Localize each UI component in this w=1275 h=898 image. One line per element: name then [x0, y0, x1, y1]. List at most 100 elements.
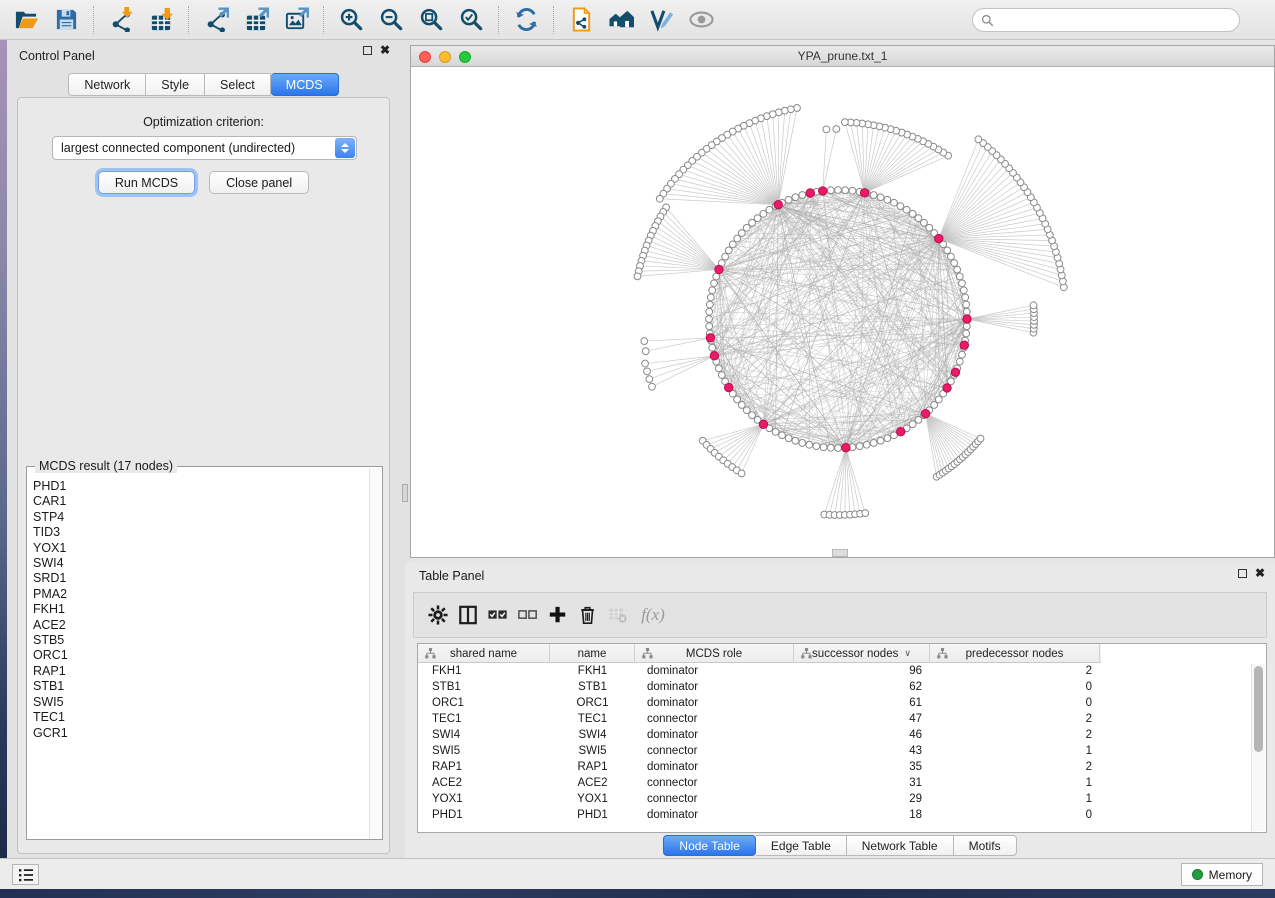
- splitter-handle[interactable]: [402, 484, 408, 502]
- close-table-panel-icon[interactable]: ✖: [1255, 569, 1265, 578]
- mcds-result-item[interactable]: STP4: [33, 510, 368, 525]
- column-header-shared-name[interactable]: shared name: [418, 644, 550, 663]
- column-header-successor-nodes[interactable]: successor nodes∨: [794, 644, 930, 663]
- network-window-titlebar[interactable]: YPA_prune.txt_1: [411, 46, 1274, 67]
- delete-column-button[interactable]: [576, 603, 600, 627]
- cell-successor-nodes: 18: [794, 807, 930, 823]
- tab-edge-table[interactable]: Edge Table: [756, 835, 847, 856]
- mcds-result-item[interactable]: TID3: [33, 525, 368, 540]
- tab-mcds[interactable]: MCDS: [271, 73, 339, 96]
- tab-network[interactable]: Network: [68, 73, 146, 96]
- tab-motifs[interactable]: Motifs: [954, 835, 1017, 856]
- mcds-result-group: MCDS result (17 nodes) PHD1CAR1STP4TID3Y…: [26, 466, 383, 840]
- add-column-button[interactable]: [546, 603, 570, 627]
- mcds-result-item[interactable]: SRD1: [33, 571, 368, 586]
- table-row[interactable]: SWI4SWI4dominator462: [418, 727, 1250, 743]
- table-row[interactable]: ORC1ORC1dominator610: [418, 695, 1250, 711]
- mcds-result-item[interactable]: ORC1: [33, 648, 368, 663]
- zoom-fit-button[interactable]: [411, 3, 451, 37]
- float-table-panel-icon[interactable]: [1238, 569, 1247, 578]
- tab-network-table[interactable]: Network Table: [847, 835, 954, 856]
- desktop-wallpaper-bottom: [0, 889, 1275, 898]
- run-mcds-button[interactable]: Run MCDS: [98, 171, 195, 194]
- search-icon: [981, 14, 994, 27]
- mcds-result-item[interactable]: YOX1: [33, 541, 368, 556]
- show-all-networks-button[interactable]: [601, 3, 641, 37]
- table-row[interactable]: YOX1YOX1connector291: [418, 791, 1250, 807]
- table-scrollbar-thumb[interactable]: [1254, 666, 1263, 752]
- network-graph[interactable]: [411, 67, 1274, 550]
- desktop-wallpaper-left: [0, 40, 7, 890]
- main-toolbar: [0, 0, 1275, 40]
- tab-node-table[interactable]: Node Table: [663, 835, 756, 856]
- export-table-button[interactable]: [236, 3, 276, 37]
- open-file-button[interactable]: [6, 3, 46, 37]
- column-header-MCDS-role[interactable]: MCDS role: [635, 644, 794, 663]
- network-canvas[interactable]: [411, 67, 1274, 550]
- cell-shared-name: ORC1: [418, 695, 550, 711]
- mcds-result-item[interactable]: STB1: [33, 679, 368, 694]
- cell-name: ORC1: [550, 695, 635, 711]
- houses-icon: [609, 7, 634, 32]
- search-box[interactable]: [972, 8, 1240, 32]
- import-table-button[interactable]: [141, 3, 181, 37]
- zoom-in-button[interactable]: [331, 3, 371, 37]
- toolbar-separator: [93, 6, 94, 34]
- show-hide-button[interactable]: [681, 3, 721, 37]
- export-table-icon: [244, 7, 269, 32]
- export-image-button[interactable]: [276, 3, 316, 37]
- zoom-out-button[interactable]: [371, 3, 411, 37]
- mcds-result-item[interactable]: ACE2: [33, 618, 368, 633]
- mcds-result-item[interactable]: PMA2: [33, 587, 368, 602]
- mcds-result-item[interactable]: SWI4: [33, 556, 368, 571]
- cell-MCDS-role: connector: [635, 743, 794, 759]
- cell-name: PHD1: [550, 807, 635, 823]
- close-panel-button[interactable]: Close panel: [209, 171, 309, 194]
- table-row[interactable]: SWI5SWI5connector431: [418, 743, 1250, 759]
- column-header-name[interactable]: name: [550, 644, 635, 663]
- table-row[interactable]: STB1STB1dominator620: [418, 679, 1250, 695]
- memory-button-label: Memory: [1209, 868, 1252, 882]
- cell-predecessor-nodes: 2: [930, 727, 1100, 743]
- close-panel-icon[interactable]: ✖: [380, 46, 390, 55]
- select-all-button[interactable]: [486, 603, 510, 627]
- task-history-button[interactable]: [12, 864, 39, 885]
- table-row[interactable]: TEC1TEC1connector472: [418, 711, 1250, 727]
- deselect-all-button[interactable]: [516, 603, 540, 627]
- float-panel-icon[interactable]: [363, 46, 372, 55]
- table-scrollbar[interactable]: [1251, 664, 1265, 831]
- export-network-button[interactable]: [196, 3, 236, 37]
- mcds-result-item[interactable]: SWI5: [33, 695, 368, 710]
- table-row[interactable]: FKH1FKH1dominator962: [418, 663, 1250, 679]
- sort-descending-icon: ∨: [904, 648, 911, 659]
- mcds-result-item[interactable]: STB5: [33, 633, 368, 648]
- table-row[interactable]: ACE2ACE2connector311: [418, 775, 1250, 791]
- show-column-button[interactable]: [456, 603, 480, 627]
- table-options-button[interactable]: [426, 603, 450, 627]
- mcds-list-scrollbar[interactable]: [369, 468, 381, 838]
- tab-style[interactable]: Style: [146, 73, 205, 96]
- network-view-window: YPA_prune.txt_1: [410, 45, 1275, 558]
- memory-button[interactable]: Memory: [1181, 863, 1263, 886]
- zoom-selected-button[interactable]: [451, 3, 491, 37]
- column-header-predecessor-nodes[interactable]: predecessor nodes: [930, 644, 1100, 663]
- mcds-result-item[interactable]: PHD1: [33, 479, 368, 494]
- search-input[interactable]: [999, 10, 1239, 30]
- mcds-result-item[interactable]: CAR1: [33, 494, 368, 509]
- mcds-result-item[interactable]: FKH1: [33, 602, 368, 617]
- mcds-result-item[interactable]: TEC1: [33, 710, 368, 725]
- new-network-from-selection-button[interactable]: [561, 3, 601, 37]
- mcds-result-item[interactable]: GCR1: [33, 726, 368, 741]
- table-row[interactable]: PHD1PHD1dominator180: [418, 807, 1250, 823]
- mcds-result-list[interactable]: PHD1CAR1STP4TID3YOX1SWI4SRD1PMA2FKH1ACE2…: [28, 473, 368, 838]
- criterion-dropdown[interactable]: largest connected component (undirected): [52, 136, 357, 160]
- table-row[interactable]: RAP1RAP1dominator352: [418, 759, 1250, 775]
- apply-layout-button[interactable]: [506, 3, 546, 37]
- network-splitter-handle[interactable]: [832, 549, 848, 557]
- tab-select[interactable]: Select: [205, 73, 271, 96]
- table-bottom-tabs: Node TableEdge TableNetwork TableMotifs: [405, 835, 1275, 856]
- style-mapper-button[interactable]: [641, 3, 681, 37]
- mcds-result-item[interactable]: RAP1: [33, 664, 368, 679]
- save-session-button[interactable]: [46, 3, 86, 37]
- import-network-button[interactable]: [101, 3, 141, 37]
